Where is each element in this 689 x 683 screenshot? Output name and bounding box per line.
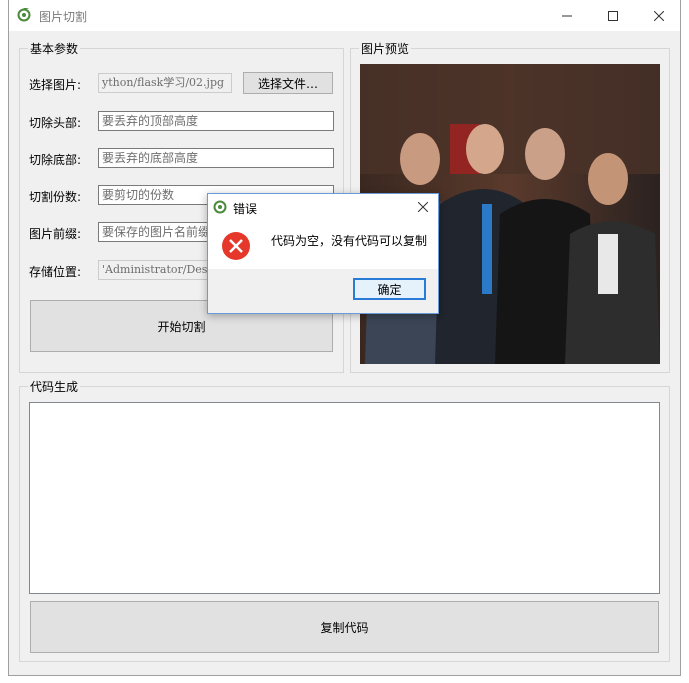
save-path-label: 存储位置:	[29, 265, 82, 279]
cut-count-label: 切割份数:	[29, 190, 82, 204]
select-image-label: 选择图片:	[29, 78, 82, 92]
ok-button[interactable]: 确定	[353, 278, 426, 300]
title-bar: 图片切割	[9, 0, 680, 31]
error-dialog: 错误 代码为空，没有代码可以复制 确定	[207, 193, 439, 314]
cut-bottom-label: 切除底部:	[29, 153, 82, 167]
code-gen-title: 代码生成	[28, 378, 81, 395]
close-icon	[654, 10, 664, 21]
close-icon	[418, 202, 428, 212]
preview-title: 图片预览	[359, 40, 412, 57]
cut-top-label: 切除头部:	[29, 116, 82, 130]
close-button[interactable]	[636, 0, 682, 31]
dialog-message: 代码为空，没有代码可以复制	[271, 234, 428, 248]
copy-code-button[interactable]: 复制代码	[30, 601, 659, 653]
maximize-button[interactable]	[590, 0, 636, 31]
dialog-close-button[interactable]	[408, 195, 438, 219]
maximize-icon	[608, 10, 618, 21]
dialog-title: 错误	[233, 202, 258, 216]
error-icon	[222, 232, 250, 260]
window-title: 图片切割	[39, 10, 88, 24]
code-textarea[interactable]	[29, 402, 660, 594]
prefix-label: 图片前缀:	[29, 227, 82, 241]
minimize-button[interactable]	[544, 0, 590, 31]
app-leaf-icon	[17, 8, 31, 22]
select-file-button[interactable]: 选择文件…	[243, 72, 333, 94]
minimize-icon	[562, 15, 572, 16]
cut-top-input[interactable]: 要丢弃的顶部高度	[98, 111, 334, 131]
basic-params-title: 基本参数	[28, 40, 81, 57]
cut-bottom-input[interactable]: 要丢弃的底部高度	[98, 148, 334, 168]
dialog-footer: 确定	[208, 269, 438, 313]
dialog-app-icon	[213, 200, 227, 214]
image-path-field[interactable]: ython/flask学习/02.jpg	[98, 73, 232, 93]
